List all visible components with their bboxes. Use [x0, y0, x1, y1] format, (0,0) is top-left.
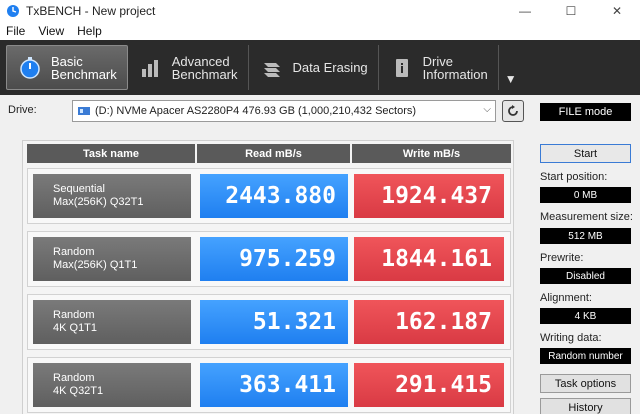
- write-value: 1844.161: [354, 237, 504, 281]
- close-button[interactable]: ✕: [594, 0, 640, 22]
- menu-bar: File View Help: [0, 22, 640, 40]
- read-value: 2443.880: [200, 174, 348, 218]
- prewrite-field[interactable]: Disabled: [540, 268, 631, 284]
- header-write: Write mB/s: [352, 144, 511, 163]
- write-value: 1924.437: [354, 174, 504, 218]
- task-random-4k-q32t1-button[interactable]: Random 4K Q32T1: [33, 363, 191, 407]
- advanced-benchmark-label: Advanced Benchmark: [171, 53, 238, 82]
- refresh-icon: [508, 105, 518, 116]
- basic-benchmark-label: Basic Benchmark: [51, 53, 117, 82]
- history-button[interactable]: History: [540, 398, 631, 414]
- writing-data-field[interactable]: Random number: [540, 348, 631, 364]
- refresh-drives-button[interactable]: [502, 100, 524, 122]
- start-position-field[interactable]: 0 MB: [540, 187, 631, 203]
- data-erasing-label: Data Erasing: [292, 60, 368, 75]
- alignment-field[interactable]: 4 KB: [540, 308, 631, 324]
- eraser-icon: [259, 55, 285, 81]
- measurement-size-label: Measurement size:: [540, 211, 633, 223]
- chevron-down-icon: ⌵: [483, 104, 491, 115]
- header-task-name: Task name: [27, 144, 195, 163]
- window-controls: — ☐ ✕: [502, 0, 640, 22]
- measurement-size-field[interactable]: 512 MB: [540, 228, 631, 244]
- basic-benchmark-tab[interactable]: Basic Benchmark: [6, 45, 128, 90]
- menu-view[interactable]: View: [38, 24, 64, 38]
- data-erasing-tab[interactable]: Data Erasing: [249, 45, 379, 90]
- drive-icon: [78, 107, 90, 115]
- write-value: 291.415: [354, 363, 504, 407]
- main-toolbar: Basic Benchmark Advanced Benchmark Data …: [0, 40, 640, 95]
- title-bar: TxBENCH - New project — ☐ ✕: [0, 0, 640, 22]
- advanced-benchmark-tab[interactable]: Advanced Benchmark: [128, 45, 249, 90]
- drive-info-icon: [389, 55, 415, 81]
- maximize-button[interactable]: ☐: [548, 0, 594, 22]
- menu-file[interactable]: File: [6, 24, 25, 38]
- drive-select-value: (D:) NVMe Apacer AS2280P4 476.93 GB (1,0…: [95, 105, 417, 117]
- task-random-4k-q1t1-button[interactable]: Random 4K Q1T1: [33, 300, 191, 344]
- drive-information-label: Drive Information: [422, 53, 488, 82]
- txbench-window: TxBENCH - New project — ☐ ✕ File View He…: [0, 0, 640, 414]
- task-options-button[interactable]: Task options: [540, 374, 631, 393]
- stopwatch-icon: [17, 55, 43, 81]
- task-random-max-q1t1-button[interactable]: Random Max(256K) Q1T1: [33, 237, 191, 281]
- write-value: 162.187: [354, 300, 504, 344]
- read-value: 363.411: [200, 363, 348, 407]
- menu-help[interactable]: Help: [77, 24, 102, 38]
- prewrite-label: Prewrite:: [540, 252, 584, 264]
- read-value: 975.259: [200, 237, 348, 281]
- task-sequential-q32t1-button[interactable]: Sequential Max(256K) Q32T1: [33, 174, 191, 218]
- start-button[interactable]: Start: [540, 144, 631, 163]
- bar-chart-icon: [138, 55, 164, 81]
- drive-select[interactable]: (D:) NVMe Apacer AS2280P4 476.93 GB (1,0…: [72, 100, 496, 122]
- header-read: Read mB/s: [197, 144, 350, 163]
- read-value: 51.321: [200, 300, 348, 344]
- minimize-button[interactable]: —: [502, 0, 548, 22]
- toolbar-more-icon[interactable]: ▼: [499, 45, 523, 90]
- drive-information-tab[interactable]: Drive Information: [379, 45, 499, 90]
- app-logo-icon: [7, 5, 19, 17]
- window-title: TxBENCH - New project: [26, 4, 156, 18]
- drive-label: Drive:: [8, 104, 37, 116]
- alignment-label: Alignment:: [540, 292, 592, 304]
- start-position-label: Start position:: [540, 171, 608, 183]
- file-mode-indicator: FILE mode: [540, 103, 631, 121]
- writing-data-label: Writing data:: [540, 332, 602, 344]
